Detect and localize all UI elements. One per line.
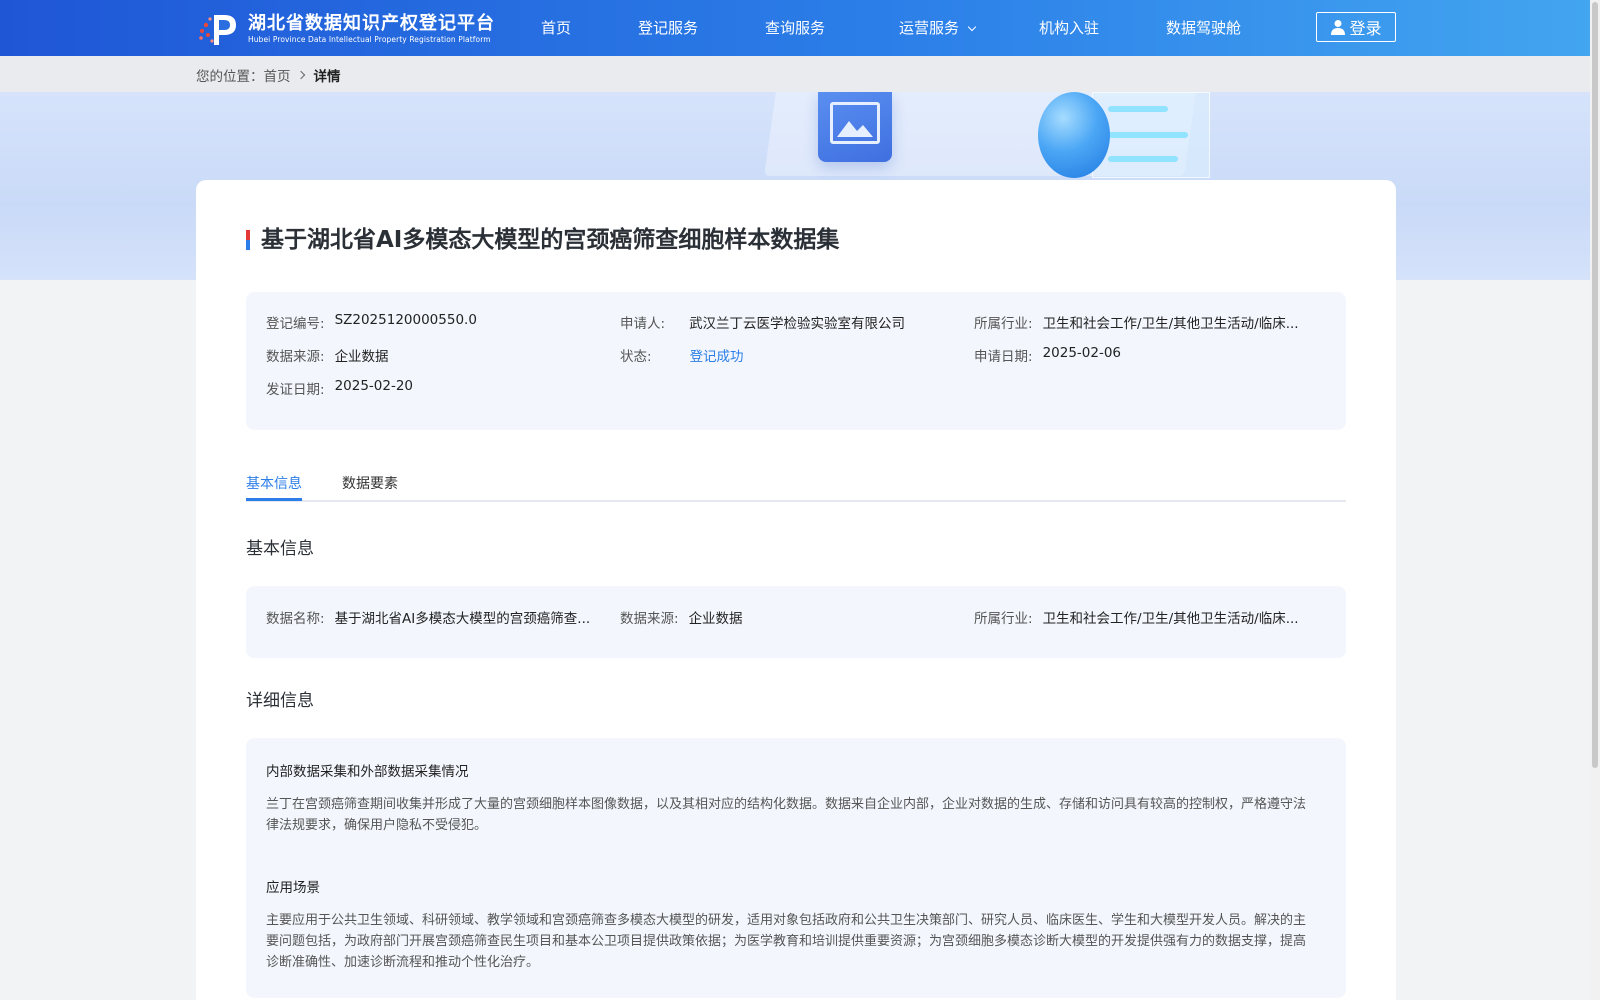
nav-home[interactable]: 首页 bbox=[541, 18, 571, 38]
banner-image-icon bbox=[818, 92, 892, 162]
page-scrollbar-thumb[interactable] bbox=[1592, 2, 1598, 768]
scene-heading: 应用场景 bbox=[266, 880, 320, 896]
tab-basic-info[interactable]: 基本信息 bbox=[246, 473, 302, 493]
reg-no-field: 登记编号: SZ2025120000550.0 bbox=[266, 312, 477, 332]
basic-info-panel: 数据名称: 基于湖北省AI多模态大模型的宫颈癌筛查... 数据来源: 企业数据 … bbox=[246, 586, 1346, 658]
status-field: 状态: 登记成功 bbox=[620, 345, 744, 365]
data-source-field: 数据来源: 企业数据 bbox=[620, 607, 743, 627]
detail-card: 基于湖北省AI多模态大模型的宫颈癌筛查细胞样本数据集 登记编号: SZ20251… bbox=[196, 180, 1396, 1000]
chevron-down-icon bbox=[967, 22, 977, 32]
login-button[interactable]: 登录 bbox=[1316, 12, 1396, 42]
site-logo[interactable]: 湖北省数据知识产权登记平台 Hubei Province Data Intell… bbox=[196, 10, 495, 48]
breadcrumb-home-link[interactable]: 首页 bbox=[264, 65, 291, 85]
apply-date-field: 申请日期: 2025-02-06 bbox=[974, 345, 1122, 365]
breadcrumb-bar: 您的位置： 首页 详情 bbox=[0, 56, 1600, 92]
banner-decor-line bbox=[1108, 156, 1178, 162]
active-tab-indicator bbox=[246, 498, 302, 501]
logo-title-cn: 湖北省数据知识产权登记平台 bbox=[248, 13, 495, 34]
logo-title-en: Hubei Province Data Intellectual Propert… bbox=[248, 35, 491, 44]
reg-no-value: SZ2025120000550.0 bbox=[334, 312, 477, 328]
chevron-right-icon bbox=[296, 70, 305, 80]
source-field: 数据来源: 企业数据 bbox=[266, 345, 389, 365]
user-icon bbox=[1331, 20, 1346, 35]
collect-heading: 内部数据采集和外部数据采集情况 bbox=[266, 764, 469, 780]
industry-value: 卫生和社会工作/卫生/其他卫生活动/临床... bbox=[1042, 316, 1299, 332]
breadcrumb-prefix: 您的位置： bbox=[196, 69, 264, 85]
data-source-value: 企业数据 bbox=[688, 611, 743, 627]
data-industry-value: 卫生和社会工作/卫生/其他卫生活动/临床... bbox=[1042, 611, 1299, 627]
source-value: 企业数据 bbox=[334, 349, 389, 365]
detail-info-panel: 内部数据采集和外部数据采集情况 兰丁在宫颈癌筛查期间收集并形成了大量的宫颈细胞样… bbox=[246, 738, 1346, 998]
breadcrumb-current: 详情 bbox=[313, 69, 341, 85]
apply-date-value: 2025-02-06 bbox=[1042, 345, 1122, 361]
nav-institution-join[interactable]: 机构入驻 bbox=[1039, 18, 1099, 38]
summary-panel: 登记编号: SZ2025120000550.0 申请人: 武汉兰丁云医学检验实验… bbox=[246, 292, 1346, 430]
top-header: 湖北省数据知识产权登记平台 Hubei Province Data Intell… bbox=[0, 0, 1600, 56]
banner-decor-line bbox=[1108, 132, 1188, 138]
nav-operation-service[interactable]: 运营服务 bbox=[899, 18, 977, 38]
section-title-detail: 详细信息 bbox=[246, 691, 314, 711]
title-accent-mark bbox=[246, 230, 250, 250]
tab-data-elements[interactable]: 数据要素 bbox=[342, 473, 398, 493]
industry-field: 所属行业: 卫生和社会工作/卫生/其他卫生活动/临床... bbox=[974, 312, 1299, 332]
applicant-field: 申请人: 武汉兰丁云医学检验实验室有限公司 bbox=[620, 312, 905, 332]
issue-date-value: 2025-02-20 bbox=[334, 378, 414, 394]
issue-date-field: 发证日期: 2025-02-20 bbox=[266, 378, 414, 398]
banner-sphere-decor bbox=[1038, 92, 1110, 178]
breadcrumb: 您的位置： 首页 详情 bbox=[196, 65, 341, 85]
nav-query-service[interactable]: 查询服务 bbox=[765, 18, 825, 38]
logo-emblem-icon bbox=[196, 11, 242, 47]
data-name-value: 基于湖北省AI多模态大模型的宫颈癌筛查... bbox=[334, 611, 591, 627]
section-title-basic: 基本信息 bbox=[246, 539, 314, 559]
status-badge: 登记成功 bbox=[689, 349, 744, 365]
data-industry-field: 所属行业: 卫生和社会工作/卫生/其他卫生活动/临床... bbox=[974, 607, 1299, 627]
page-title: 基于湖北省AI多模态大模型的宫颈癌筛查细胞样本数据集 bbox=[261, 227, 840, 253]
login-label: 登录 bbox=[1349, 19, 1382, 38]
collect-description: 兰丁在宫颈癌筛查期间收集并形成了大量的宫颈细胞样本图像数据，以及其相对应的结构化… bbox=[266, 797, 1307, 833]
applicant-value: 武汉兰丁云医学检验实验室有限公司 bbox=[689, 316, 906, 332]
scene-description: 主要应用于公共卫生领域、科研领域、教学领域和宫颈癌筛查多模态大模型的研发，适用对… bbox=[266, 913, 1307, 970]
nav-registration-service[interactable]: 登记服务 bbox=[638, 18, 698, 38]
detail-tabs: 基本信息 数据要素 bbox=[246, 464, 1346, 502]
nav-data-cockpit[interactable]: 数据驾驶舱 bbox=[1166, 18, 1241, 38]
banner-decor-line bbox=[1108, 106, 1168, 112]
data-name-field: 数据名称: 基于湖北省AI多模态大模型的宫颈癌筛查... bbox=[266, 607, 590, 627]
